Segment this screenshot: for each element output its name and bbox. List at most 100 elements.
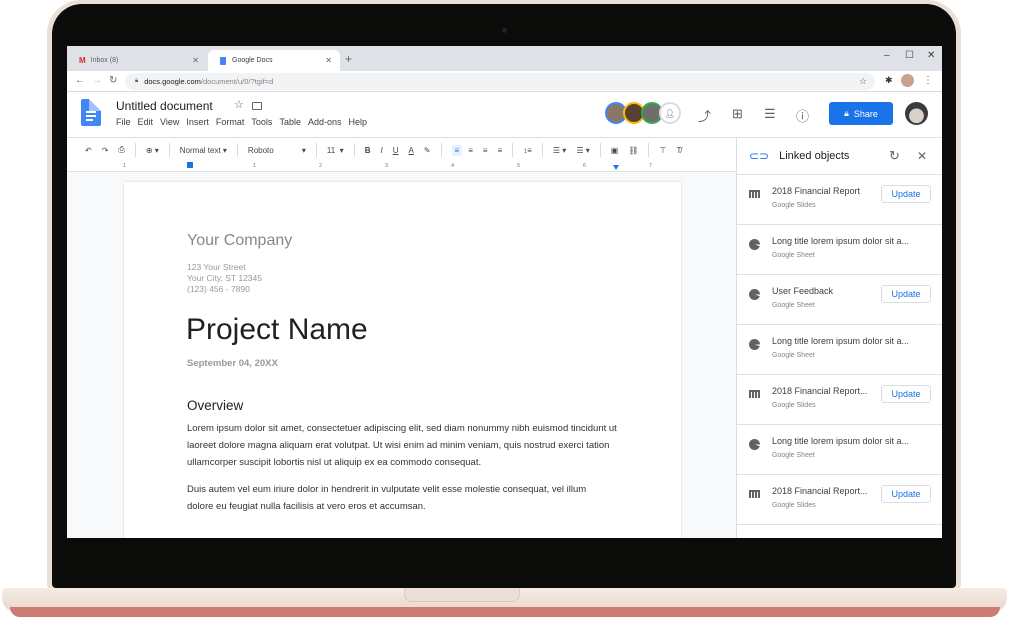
update-button[interactable]: Update xyxy=(881,185,931,203)
item-source: Google Slides xyxy=(772,502,816,509)
linked-object-item[interactable]: 2018 Financial Report... Google Slides U… xyxy=(737,375,942,425)
profile-avatar[interactable] xyxy=(901,74,914,87)
account-avatar[interactable] xyxy=(905,102,928,125)
comments-icon[interactable]: ☰ xyxy=(764,106,776,122)
style-dropdown[interactable]: Normal text ▾ xyxy=(180,146,227,155)
linked-object-item[interactable]: Long title lorem ipsum dolor sit a... Go… xyxy=(737,225,942,275)
undo-icon[interactable]: ↶ xyxy=(85,146,92,155)
linked-object-item[interactable]: 2018 Financial Report... Google Slides U… xyxy=(737,475,942,525)
laptop-frame: M Inbox (8) ✕ Google Docs ✕ + – ☐ ✕ ← → … xyxy=(0,0,1009,623)
bulleted-list-icon[interactable]: ☰ ▾ xyxy=(553,146,566,155)
font-dropdown[interactable]: Roboto ▾ xyxy=(248,146,306,155)
linked-object-item[interactable]: Long title lorem ipsum dolor sit a... Go… xyxy=(737,425,942,475)
insert-image-icon[interactable]: ▣ xyxy=(611,146,619,155)
project-name: Project Name xyxy=(186,313,368,346)
divider xyxy=(236,143,238,157)
tab-google-docs[interactable]: Google Docs ✕ xyxy=(208,50,340,71)
zoom-dropdown[interactable]: ⊕ ▾ xyxy=(146,146,159,155)
menu-add-ons[interactable]: Add-ons xyxy=(308,117,342,127)
folder-icon[interactable] xyxy=(252,102,262,110)
item-source: Google Sheet xyxy=(772,302,815,309)
minimize-icon[interactable]: – xyxy=(884,50,890,61)
divider xyxy=(315,143,317,157)
laptop-base-trim xyxy=(10,607,1000,617)
linked-object-item[interactable]: 2018 Financial Report Google Slides Upda… xyxy=(737,175,942,225)
menu-table[interactable]: Table xyxy=(279,117,301,127)
item-title: 2018 Financial Report... xyxy=(772,386,868,396)
star-icon[interactable]: ☆ xyxy=(234,98,244,111)
browser-tab-bar: M Inbox (8) ✕ Google Docs ✕ + – ☐ ✕ xyxy=(67,46,942,71)
close-tab-icon[interactable]: ✕ xyxy=(325,56,332,65)
lock-icon: 🔒︎ xyxy=(844,108,849,118)
share-button[interactable]: 🔒︎ Share xyxy=(829,102,893,125)
menu-view[interactable]: View xyxy=(160,117,179,127)
add-comment-icon[interactable]: ⊞ xyxy=(732,106,743,122)
align-center-icon[interactable]: ≡ xyxy=(468,146,473,155)
close-tab-icon[interactable]: ✕ xyxy=(192,56,199,65)
align-right-icon[interactable]: ≡ xyxy=(483,146,488,155)
divider xyxy=(648,143,650,157)
menu-help[interactable]: Help xyxy=(348,117,367,127)
tab-inbox[interactable]: M Inbox (8) ✕ xyxy=(67,50,207,71)
extensions-icon[interactable]: ✱ xyxy=(885,75,893,86)
maximize-icon[interactable]: ☐ xyxy=(905,50,914,61)
update-button[interactable]: Update xyxy=(881,285,931,303)
slides-table-icon xyxy=(749,390,760,398)
reload-icon[interactable]: ↻ xyxy=(109,75,117,86)
paint-format-icon[interactable]: ⊤ xyxy=(659,146,666,155)
indent-marker[interactable] xyxy=(187,162,193,168)
menu-format[interactable]: Format xyxy=(216,117,245,127)
url-host: docs.google.com xyxy=(144,77,201,86)
print-icon[interactable]: ⎙ xyxy=(118,145,124,155)
refresh-icon[interactable]: ↻ xyxy=(889,148,900,164)
ruler-tick: 2 xyxy=(319,163,323,169)
align-left-icon[interactable]: ≡ xyxy=(451,144,463,156)
divider xyxy=(440,143,442,157)
forward-icon[interactable]: → xyxy=(92,75,102,86)
numbered-list-icon[interactable]: ☰ ▾ xyxy=(576,146,589,155)
linked-object-item[interactable]: Long title lorem ipsum dolor sit a... Go… xyxy=(737,325,942,375)
ruler[interactable]: 1 1 2 3 4 5 6 7 xyxy=(67,162,736,172)
panel-header: ⊂⊃ Linked objects ↻ ✕ xyxy=(737,138,942,175)
update-button[interactable]: Update xyxy=(881,485,931,503)
menu-edit[interactable]: Edit xyxy=(138,117,154,127)
bookmark-star-icon[interactable]: ☆ xyxy=(859,76,867,87)
menu-file[interactable]: File xyxy=(116,117,131,127)
italic-icon[interactable]: I xyxy=(380,146,382,155)
paragraph: Lorem ipsum dolor sit amet, consectetuer… xyxy=(187,423,617,468)
text-color-icon[interactable]: A xyxy=(409,146,414,155)
back-icon[interactable]: ← xyxy=(75,75,85,86)
new-tab-button[interactable]: + xyxy=(345,52,352,66)
right-indent-marker[interactable] xyxy=(613,165,619,170)
highlight-icon[interactable]: ✎ xyxy=(424,146,431,155)
underline-icon[interactable]: U xyxy=(393,146,399,155)
menu-tools[interactable]: Tools xyxy=(251,117,272,127)
url-input[interactable]: 🔒︎ docs.google.com/document/u/0/?tgif=d … xyxy=(125,73,875,90)
document-page[interactable]: Your Company 123 Your Street Your City, … xyxy=(124,182,681,538)
close-panel-icon[interactable]: ✕ xyxy=(917,149,927,163)
item-source: Google Sheet xyxy=(772,452,815,459)
insert-link-icon[interactable]: ⛓ xyxy=(628,146,638,155)
clear-formatting-icon[interactable]: T̸ xyxy=(676,146,681,155)
justify-icon[interactable]: ≡ xyxy=(498,146,503,155)
line-spacing-icon[interactable]: ↕≡ xyxy=(523,146,532,155)
style-value: Normal text xyxy=(179,145,221,155)
update-button[interactable]: Update xyxy=(881,385,931,403)
font-size-dropdown[interactable]: 11 ▾ xyxy=(327,146,344,155)
chat-collaborators-icon[interactable]: 👤︎ xyxy=(659,102,681,124)
browser-menu-icon[interactable]: ⋮ xyxy=(923,75,933,86)
font-value: Roboto xyxy=(247,145,274,155)
redo-icon[interactable]: ↷ xyxy=(102,146,109,155)
activity-trend-icon[interactable]: ⤴ xyxy=(698,106,711,125)
docs-logo-icon[interactable] xyxy=(81,99,101,126)
laptop-notch xyxy=(404,588,520,602)
item-title: 2018 Financial Report xyxy=(772,186,861,196)
slides-table-icon xyxy=(749,190,760,198)
menu-insert[interactable]: Insert xyxy=(186,117,209,127)
tab-label: Inbox (8) xyxy=(90,57,119,64)
bold-icon[interactable]: B xyxy=(365,146,371,155)
document-title[interactable]: Untitled document xyxy=(116,99,213,113)
linked-object-item[interactable]: User Feedback Google Sheet Update xyxy=(737,275,942,325)
close-window-icon[interactable]: ✕ xyxy=(927,50,935,61)
help-icon[interactable]: ⓘ xyxy=(796,106,809,125)
